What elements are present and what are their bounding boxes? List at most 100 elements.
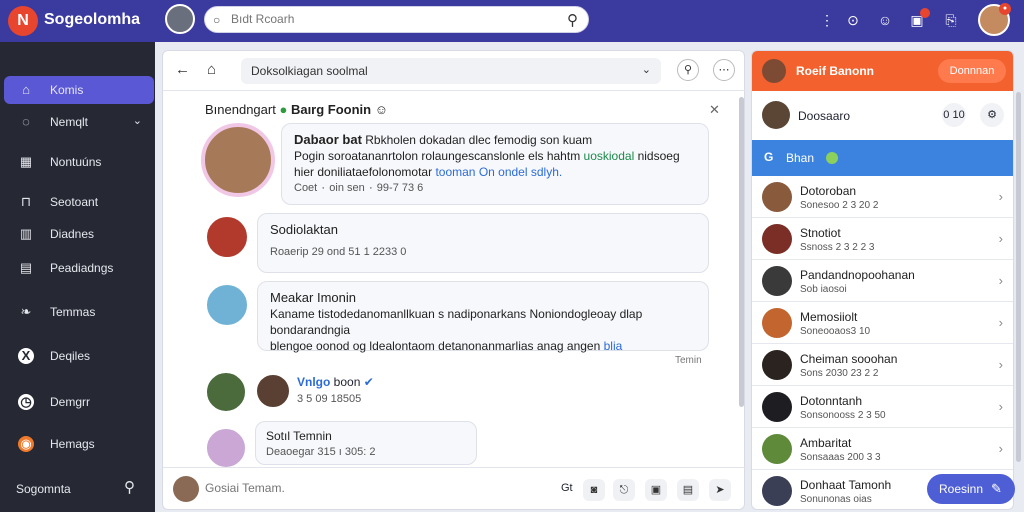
contacts-subheader: Doosaaro 0 10 ⚙	[752, 97, 1013, 137]
global-search[interactable]: ○ ⚲	[204, 6, 589, 33]
more-vertical-icon[interactable]: ⋮	[816, 9, 838, 31]
lock-icon: ⊓	[20, 194, 32, 209]
avatar[interactable]	[205, 215, 249, 259]
message-tag[interactable]: On ondel sdlyh.	[479, 165, 562, 179]
avatar	[762, 350, 792, 380]
sidebar-item-security[interactable]: ⊓ Seotoant	[4, 188, 154, 216]
emoji-icon[interactable]: ☺	[874, 9, 896, 31]
leaf-icon: ❧	[20, 304, 32, 319]
search-icon: ○	[213, 13, 221, 27]
message-line: blengoe oonod og ldealontaom detanonanma…	[270, 338, 696, 354]
top-bar: N Sogeolomha ○ ⚲ ⋮ ⊙ ☺ ▣ ⎘ ●	[0, 0, 1024, 42]
sidebar-item-x[interactable]: X Deqiles	[4, 342, 154, 370]
message-input[interactable]	[205, 481, 505, 495]
message-tag[interactable]: uoskiodal	[584, 149, 635, 163]
settings-icon[interactable]: ⚙	[980, 103, 1004, 127]
close-icon[interactable]: ✕	[709, 102, 720, 118]
message-author: Sotıl Temnin	[266, 429, 332, 443]
contact-name: Donhaat Tamonh	[800, 478, 892, 492]
message-tag[interactable]: tooman	[435, 165, 475, 179]
sidebar-item-apps[interactable]: ◉ Hemags	[4, 430, 154, 458]
sidebar-item-label: Hemags	[50, 437, 95, 451]
conversation-selector[interactable]: Doksolkiagan soolmal ⌄	[241, 58, 661, 84]
home-icon[interactable]: ⌂	[207, 61, 216, 78]
contact-name: Ambaritat	[800, 436, 852, 450]
avatar[interactable]	[205, 427, 247, 469]
subheader-count-button[interactable]: 0 10	[942, 103, 966, 127]
app-name: Sogeolomha	[44, 11, 141, 28]
message-text: hier doniliataefolonomotar	[294, 165, 433, 179]
sidebar-item-documents[interactable]: ▤ Peadiadngs	[4, 254, 154, 282]
attach-icon[interactable]: ⎋	[613, 479, 635, 501]
contact-item[interactable]: Stnotiot Ssnoss 2 3 2 2 3 ›	[752, 218, 1013, 260]
contact-sub: Sonsonooss 2 3 50	[800, 410, 886, 421]
avatar	[173, 476, 199, 502]
chevron-down-icon[interactable]: ⌄	[133, 114, 142, 127]
contact-item[interactable]: Memosiiolt Soneooaos3 10 ›	[752, 302, 1013, 344]
contact-item[interactable]: Cheiman sooohan Sons 2030 23 2 2 ›	[752, 344, 1013, 386]
contact-item[interactable]: Pandandnopoohanan Sob iaosoi ›	[752, 260, 1013, 302]
contacts-scrollbar[interactable]	[1016, 92, 1021, 462]
chevron-right-icon: ›	[998, 315, 1003, 330]
avatar[interactable]	[762, 101, 790, 129]
new-chat-label: Roesinn	[939, 482, 984, 496]
message-text: Pogin soroatananrtolon rolaungescanslonl…	[294, 149, 581, 163]
contact-item[interactable]: Dotoroban Sonesoo 2 3 20 2 ›	[752, 176, 1013, 218]
message-author: Dabaor bat	[294, 132, 362, 147]
message-bubble: Dabaor bat Rbkholen dokadan dlec femodig…	[281, 123, 709, 205]
search-submit-icon[interactable]: ⚲	[567, 11, 578, 29]
avatar	[762, 476, 792, 506]
send-icon[interactable]: ➤	[709, 479, 731, 501]
search-icon[interactable]: ⚲	[124, 478, 135, 496]
contact-name: Dotonntanh	[800, 394, 863, 408]
contact-item[interactable]: Dotonntanh Sonsonooss 2 3 50 ›	[752, 386, 1013, 428]
sidebar-item-home[interactable]: ⌂ Komis	[4, 76, 154, 104]
search-input[interactable]	[231, 12, 551, 26]
sidebar-item-clock[interactable]: ◷ Demgrr	[4, 388, 154, 416]
document-icon: ▤	[19, 260, 33, 275]
new-chat-button[interactable]: Roesinn ✎	[927, 474, 1015, 504]
chat-scrollbar[interactable]	[739, 97, 744, 407]
conversation-title-text: Bınendngart	[205, 102, 276, 117]
avatar[interactable]	[255, 373, 291, 409]
help-icon[interactable]: ⊙	[842, 9, 864, 31]
more-options-icon[interactable]: ⋯	[713, 59, 735, 81]
conversation-selector-text: Doksolkiagan soolmal	[251, 64, 368, 78]
avatar[interactable]	[762, 59, 786, 83]
sidebar-item-label: Nontuúns	[50, 155, 102, 169]
message-text: blengoe oonod og ldealontaom detanonanma…	[270, 339, 601, 353]
emoji-icon: ☺	[374, 102, 389, 117]
verified-icon: ✔	[363, 375, 374, 389]
contact-sub: Sonsaaas 200 3 3	[800, 452, 881, 463]
header-action-button[interactable]: Donnnan	[938, 59, 1006, 83]
sidebar-item-grid[interactable]: ▦ Nontuúns	[4, 148, 154, 176]
contacts-header-name: Roeif Banonn	[796, 64, 874, 78]
gif-icon[interactable]: Gt	[561, 482, 573, 494]
sidebar-item-themes[interactable]: ❧ Temmas	[4, 298, 154, 326]
share-icon[interactable]: ⎘	[940, 9, 962, 31]
notification-badge	[920, 8, 930, 18]
grid-icon: ▦	[19, 154, 33, 169]
back-arrow-icon[interactable]: ←	[175, 61, 190, 78]
camera-icon[interactable]: ◙	[583, 479, 605, 501]
clock-icon: ◷	[18, 394, 34, 410]
avatar[interactable]	[205, 283, 249, 327]
profile-avatar[interactable]	[165, 4, 195, 34]
sidebar-item-label: Seotoant	[50, 195, 99, 209]
app-logo[interactable]: N	[8, 6, 38, 36]
avatar[interactable]	[201, 123, 275, 197]
message-line: Pogin soroatananrtolon rolaungescanslonl…	[294, 148, 696, 164]
contact-item[interactable]: Ambaritat Sonsaaas 200 3 3 ›	[752, 428, 1013, 470]
sidebar-item-messages[interactable]: ◌ Nemqlt ⌄	[4, 108, 154, 136]
image-icon[interactable]: ▤	[677, 479, 699, 501]
avatar	[762, 182, 792, 212]
tab-chat[interactable]: G Bhan	[752, 140, 1013, 176]
sidebar-item-calendar[interactable]: ▥ Diadnes	[4, 220, 154, 248]
avatar[interactable]	[205, 371, 247, 413]
message-tag[interactable]: blia	[604, 339, 623, 353]
sidebar-item-label: Demgrr	[50, 395, 91, 409]
contact-sub: Sons 2030 23 2 2	[800, 368, 879, 379]
contact-name: Memosiiolt	[800, 310, 858, 324]
search-icon[interactable]: ⚲	[677, 59, 699, 81]
sticker-icon[interactable]: ▣	[645, 479, 667, 501]
